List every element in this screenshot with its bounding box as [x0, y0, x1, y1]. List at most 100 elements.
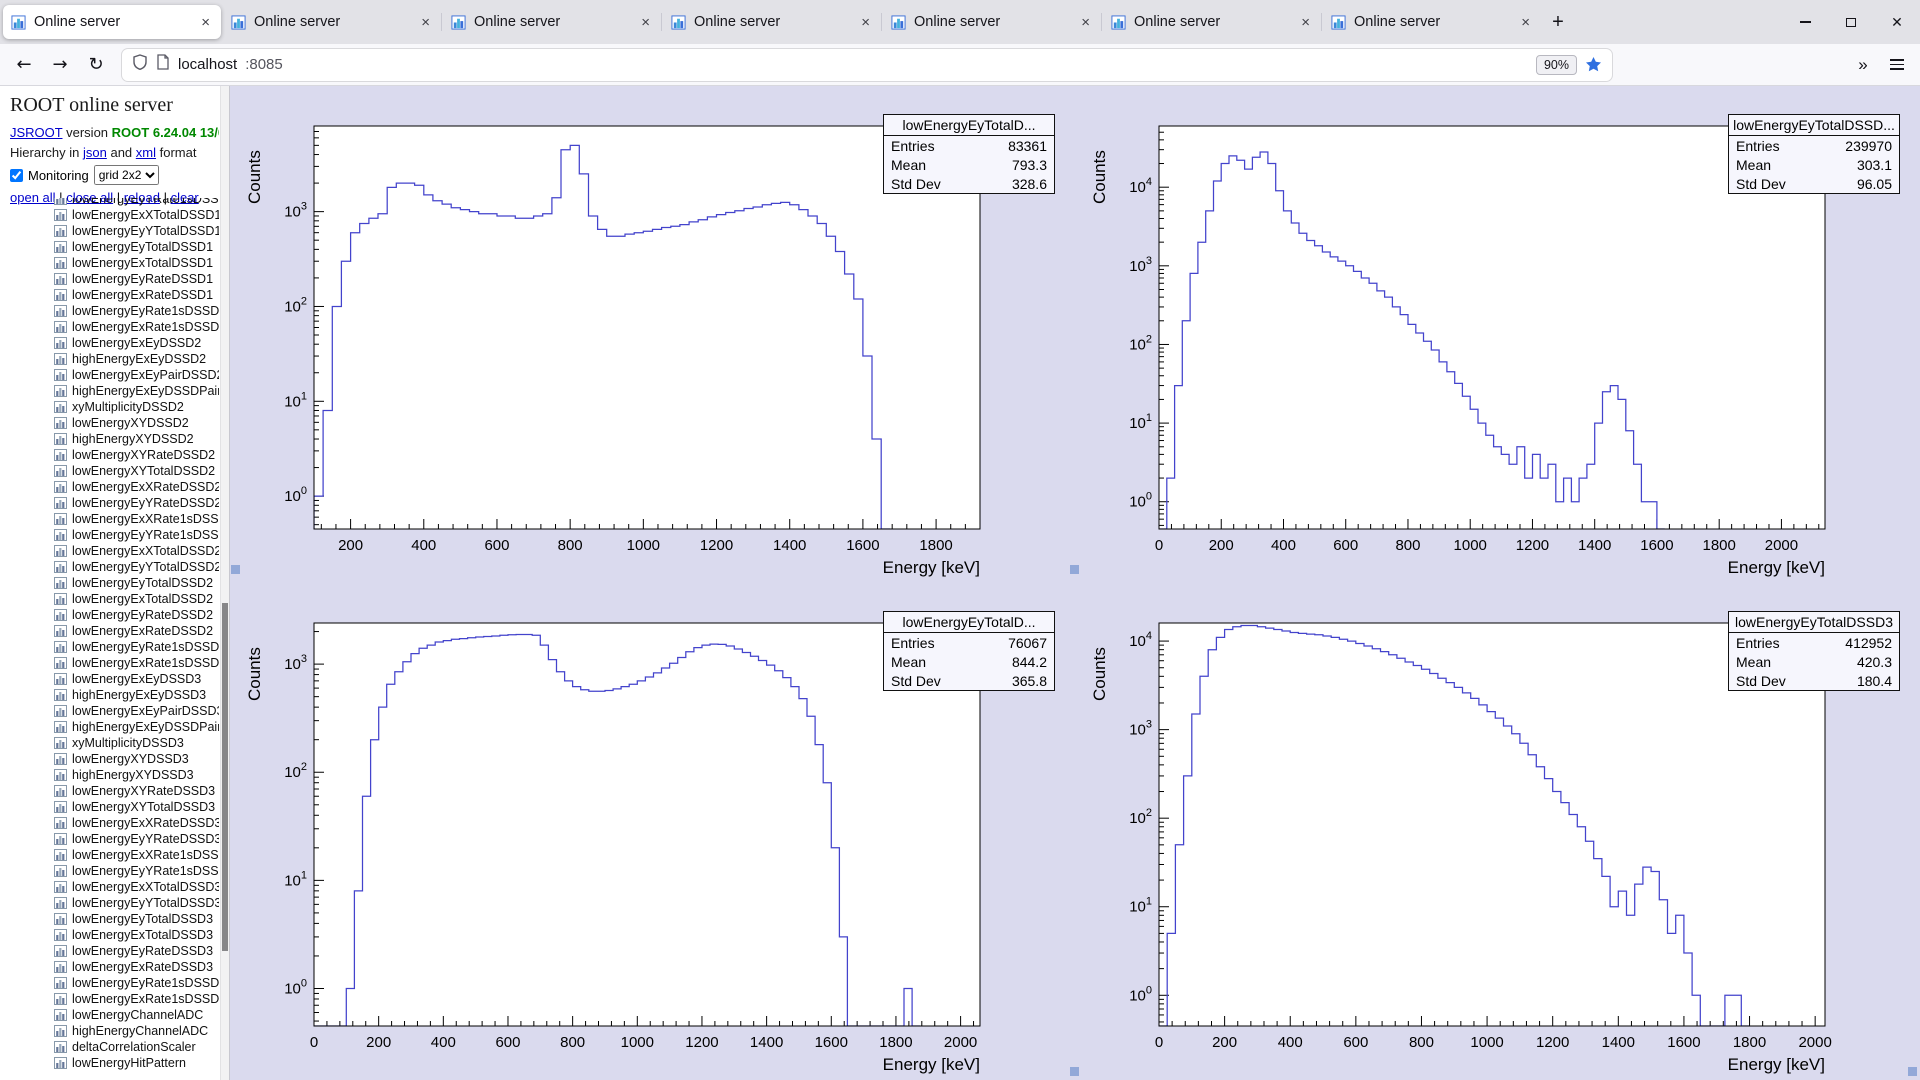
tab-close-icon[interactable]: ×: [638, 14, 653, 31]
tree-item[interactable]: deltaCorrelationScaler: [0, 1039, 219, 1055]
pad-resize-handle[interactable]: [231, 565, 240, 575]
tree-item[interactable]: lowEnergyEyRateDSSD3: [0, 943, 219, 959]
forward-button[interactable]: →: [44, 49, 76, 81]
tree-item[interactable]: lowEnergyExEyDSSD2: [0, 335, 219, 351]
tree-item[interactable]: lowEnergyEyTotalDSSD2: [0, 575, 219, 591]
jsroot-link[interactable]: JSROOT: [10, 125, 63, 140]
tree-item[interactable]: lowEnergyExTotalDSSD2: [0, 591, 219, 607]
monitoring-checkbox[interactable]: [10, 168, 23, 182]
zoom-indicator[interactable]: 90%: [1535, 54, 1577, 75]
tree-item[interactable]: lowEnergyHitPattern: [0, 1055, 219, 1071]
tree-item[interactable]: lowEnergyEyYRate1sDSSD3: [0, 863, 219, 879]
tree-item[interactable]: lowEnergyEyRateDSSD1: [0, 271, 219, 287]
tree-item[interactable]: lowEnergyExXTotalDSSD1: [0, 207, 219, 223]
browser-tab[interactable]: Online server ×: [661, 5, 881, 39]
tree-item[interactable]: highEnergyExEyDSSDPair3: [0, 719, 219, 735]
tab-close-icon[interactable]: ×: [1078, 14, 1093, 31]
page-info-icon[interactable]: [156, 54, 170, 75]
tree-item[interactable]: lowEnergyChannelADC: [0, 1007, 219, 1023]
tab-close-icon[interactable]: ×: [1518, 14, 1533, 31]
browser-tab[interactable]: Online server ×: [881, 5, 1101, 39]
pad-bottom-left[interactable]: 0 200 400 600 800 1000 1200 1400 1600 1800 2000 100…: [230, 583, 1075, 1080]
tree-item[interactable]: lowEnergyEyRate1sDSSD2: [0, 639, 219, 655]
minimize-button[interactable]: [1782, 0, 1828, 44]
tree-item[interactable]: lowEnergyExXRateDSSD2: [0, 479, 219, 495]
tree-item[interactable]: lowEnergyEyYRateDSSD2: [0, 495, 219, 511]
tree-item[interactable]: lowEnergyExEyDSSD3: [0, 671, 219, 687]
toolbar-overflow-button[interactable]: »: [1848, 55, 1878, 75]
pad-bottom-right[interactable]: 0 200 400 600 800 1000 1200 1400 1600 1800 2000 100…: [1075, 583, 1920, 1080]
tree-item[interactable]: lowEnergyExRate1sDSSD1: [0, 319, 219, 335]
tab-close-icon[interactable]: ×: [198, 14, 213, 31]
tree-item[interactable]: xyMultiplicityDSSD2: [0, 399, 219, 415]
tree-item[interactable]: xyMultiplicityDSSD3: [0, 735, 219, 751]
tree-item[interactable]: lowEnergyExRate1sDSSD3: [0, 991, 219, 1007]
browser-tab[interactable]: Online server ×: [441, 5, 661, 39]
tree-item[interactable]: lowEnergyExRateDSSD1: [0, 287, 219, 303]
restore-button[interactable]: [1828, 0, 1874, 44]
pad-resize-handle[interactable]: [1908, 1067, 1917, 1076]
grid-layout-select[interactable]: grid 2x2: [93, 165, 159, 185]
tree-item[interactable]: lowEnergyExEyPairDSSD3: [0, 703, 219, 719]
tree-item[interactable]: highEnergyExEyDSSD3: [0, 687, 219, 703]
browser-tab[interactable]: Online server ×: [223, 5, 441, 39]
tree-item[interactable]: highEnergyExEyDSSDPair2: [0, 383, 219, 399]
tree-item[interactable]: lowEnergyExXRateDSSD3: [0, 815, 219, 831]
tree-item[interactable]: highEnergyXYDSSD3: [0, 767, 219, 783]
browser-tab[interactable]: Online server ×: [1321, 5, 1541, 39]
tree-item[interactable]: lowEnergyExRateDSSD3: [0, 959, 219, 975]
tree-item[interactable]: lowEnergyEyTotalDSSD1: [0, 239, 219, 255]
tree-item[interactable]: lowEnergyEyRate1sDSSD1: [0, 303, 219, 319]
tree-item[interactable]: lowEnergyExRate1sDSSD2: [0, 655, 219, 671]
scrollbar-thumb[interactable]: [222, 602, 228, 951]
tree-item[interactable]: lowEnergyExXTotalDSSD2: [0, 543, 219, 559]
tree-item[interactable]: lowEnergyEyYTotalDSSD1: [0, 223, 219, 239]
xml-link[interactable]: xml: [136, 145, 156, 160]
tree-item[interactable]: lowEnergyExEyPairDSSD2: [0, 367, 219, 383]
close-button[interactable]: ✕: [1874, 0, 1920, 44]
tree-item[interactable]: lowEnergyExRateDSSD2: [0, 623, 219, 639]
bookmark-star-icon[interactable]: [1585, 56, 1602, 73]
stats-box[interactable]: lowEnergyEyTotalDSSD3 Entries 412952 Mean…: [1728, 611, 1900, 691]
tree-item[interactable]: lowEnergyXYDSSD2: [0, 415, 219, 431]
reload-button[interactable]: ↻: [80, 49, 112, 81]
tab-close-icon[interactable]: ×: [418, 14, 433, 31]
tree-item[interactable]: lowEnergyEyYTotalDSSD2: [0, 559, 219, 575]
browser-tab[interactable]: Online server ×: [1101, 5, 1321, 39]
tree-item[interactable]: lowEnergyExXTotalDSSD3: [0, 879, 219, 895]
tree-item[interactable]: lowEnergyExTotalDSSD1: [0, 255, 219, 271]
menu-hamburger-icon[interactable]: [1882, 50, 1912, 80]
tree-item[interactable]: lowEnergyXYDSSD3: [0, 751, 219, 767]
pad-top-right[interactable]: 0 200 400 600 800 1000 1200 1400 1600 1800 2000 100…: [1075, 86, 1920, 583]
pad-top-left[interactable]: 200 400 600 800 1000 1200 1400 1600 1800 100 101 10…: [230, 86, 1075, 583]
new-tab-button[interactable]: +: [1542, 6, 1574, 38]
pad-resize-handle[interactable]: [1070, 565, 1079, 575]
sidebar-scrollbar[interactable]: [220, 86, 229, 1080]
tree-item[interactable]: lowEnergyEyYRateDSSD3: [0, 831, 219, 847]
shield-icon[interactable]: [132, 54, 148, 75]
tree-item[interactable]: lowEnergyEyTotalDSSD3: [0, 911, 219, 927]
json-link[interactable]: json: [83, 145, 107, 160]
tree-item[interactable]: lowEnergyExXRate1sDSSD3: [0, 847, 219, 863]
tree-item[interactable]: highEnergyXYDSSD2: [0, 431, 219, 447]
tree-item[interactable]: lowEnergyXYRateDSSD3: [0, 783, 219, 799]
stats-box[interactable]: lowEnergyEyTotalD... Entries 83361 Mean 79…: [883, 114, 1055, 194]
tree-item[interactable]: lowEnergyExTotalDSSD3: [0, 927, 219, 943]
tree-item[interactable]: lowEnergyXYTotalDSSD3: [0, 799, 219, 815]
back-button[interactable]: ←: [8, 49, 40, 81]
tab-close-icon[interactable]: ×: [858, 14, 873, 31]
tree-item[interactable]: lowEnergyEyYTotalDSSD3: [0, 895, 219, 911]
browser-tab[interactable]: Online server ×: [3, 5, 221, 39]
tree-item[interactable]: lowEnergyXYTotalDSSD2: [0, 463, 219, 479]
tree-item[interactable]: lowEnergyEyYRate1sDSSD1: [0, 198, 219, 207]
tree-item[interactable]: highEnergyChannelADC: [0, 1023, 219, 1039]
tree-item[interactable]: lowEnergyEyYRate1sDSSD2: [0, 527, 219, 543]
stats-box[interactable]: lowEnergyEyTotalD... Entries 76067 Mean 84…: [883, 611, 1055, 691]
pad-resize-handle[interactable]: [1070, 1067, 1079, 1076]
tree-item[interactable]: lowEnergyXYRateDSSD2: [0, 447, 219, 463]
stats-box[interactable]: lowEnergyEyTotalDSSD... Entries 239970 Me…: [1728, 114, 1900, 194]
tree-item[interactable]: lowEnergyEyRate1sDSSD3: [0, 975, 219, 991]
tab-close-icon[interactable]: ×: [1298, 14, 1313, 31]
tree-item[interactable]: lowEnergyEyRateDSSD2: [0, 607, 219, 623]
url-bar[interactable]: localhost:8085 90%: [122, 48, 1612, 81]
